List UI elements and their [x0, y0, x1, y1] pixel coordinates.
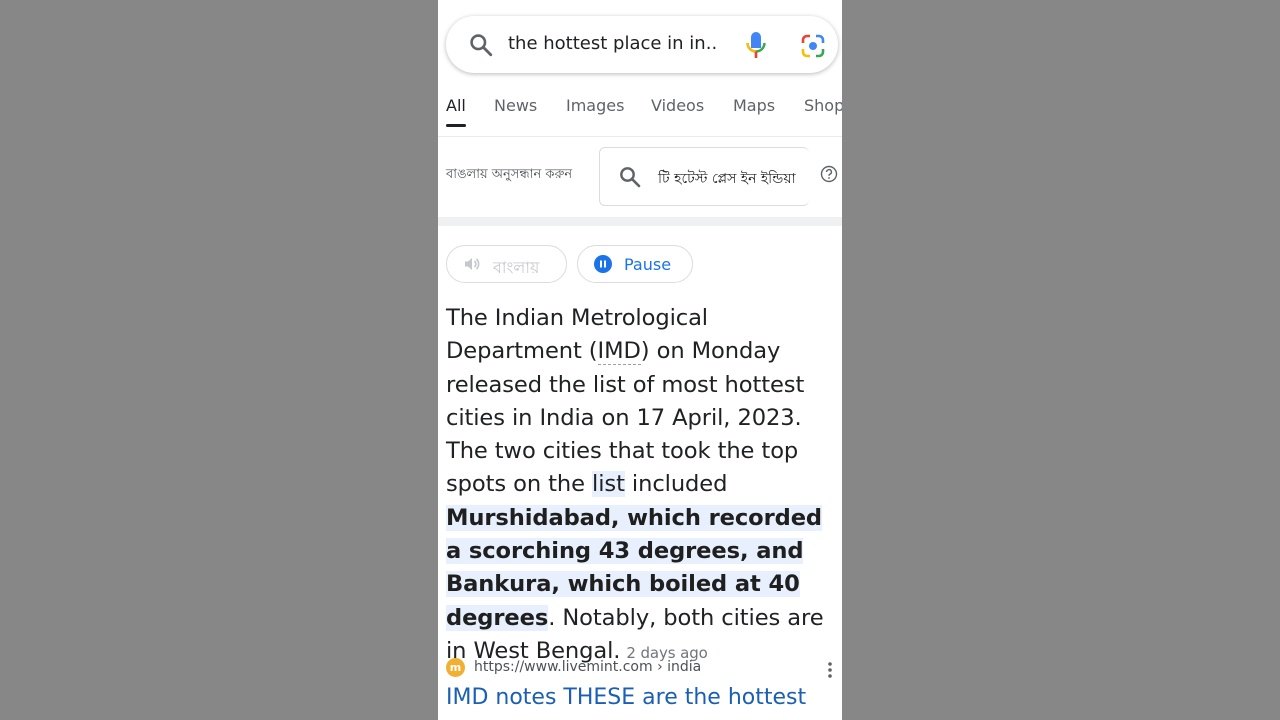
tab-maps[interactable]: Maps — [733, 96, 775, 115]
pause-label: Pause — [624, 255, 672, 274]
mic-icon[interactable] — [744, 30, 768, 60]
phone-screen: the hottest place in in... All News Imag… — [438, 0, 842, 720]
pause-icon — [594, 255, 612, 273]
pause-button[interactable]: Pause — [577, 245, 693, 283]
more-options-icon[interactable] — [826, 660, 834, 680]
result-title-link[interactable]: IMD notes THESE are the hottest — [446, 682, 838, 714]
search-icon — [620, 167, 641, 188]
snippet-text: included — [624, 471, 728, 498]
lens-icon[interactable] — [800, 33, 826, 59]
tab-images[interactable]: Images — [566, 96, 624, 115]
bengali-query: টি হটেস্ট প্লেস ইন ইন্ডিয়া — [658, 171, 796, 187]
section-divider — [438, 217, 842, 226]
search-input[interactable]: the hottest place in in... — [508, 33, 718, 54]
tab-news[interactable]: News — [494, 96, 537, 115]
bengali-search-suggestion[interactable]: টি হটেস্ট প্লেস ইন ইন্ডিয়া — [599, 147, 809, 206]
search-icon — [470, 34, 493, 57]
source-url[interactable]: https://www.livemint.com › india — [474, 659, 701, 675]
bengali-search-row: বাঙলায় অনুসন্ধান করুন টি হটেস্ট প্লেস ই… — [438, 137, 842, 217]
tab-all[interactable]: All — [446, 96, 466, 127]
listen-bengali-label: বাংলায় — [493, 258, 540, 277]
search-bar[interactable]: the hottest place in in... — [446, 16, 838, 73]
bengali-search-label: বাঙলায় অনুসন্ধান করুন — [446, 167, 573, 182]
imd-abbreviation[interactable]: IMD — [597, 338, 641, 366]
list-term[interactable]: list — [592, 471, 625, 498]
featured-snippet: The Indian Metrological Department (IMD)… — [446, 302, 838, 670]
search-tabs: All News Images Videos Maps Shop — [438, 96, 842, 130]
speaker-icon — [465, 258, 480, 270]
source-favicon: m — [446, 658, 465, 677]
tab-shopping[interactable]: Shop — [804, 96, 842, 115]
listen-bengali-button[interactable]: বাংলায় — [446, 245, 567, 283]
tab-videos[interactable]: Videos — [651, 96, 704, 115]
help-icon[interactable] — [820, 165, 838, 183]
